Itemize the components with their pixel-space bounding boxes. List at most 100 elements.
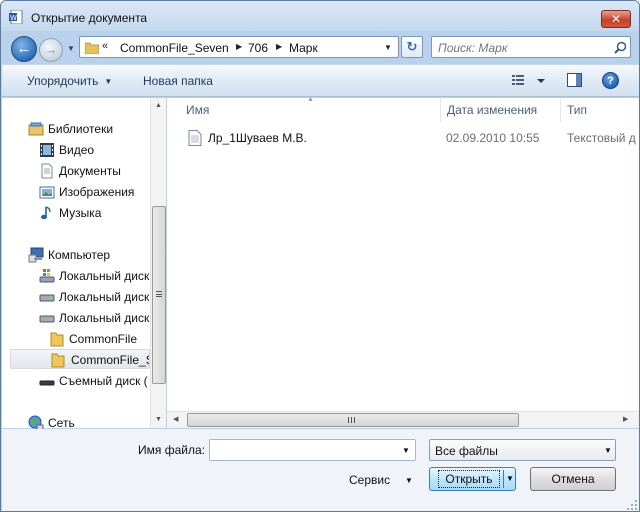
grip-icon	[156, 291, 162, 297]
nav-item-label: CommonFile	[69, 332, 138, 346]
scrollbar-thumb[interactable]	[187, 413, 519, 427]
nav-vertical-scrollbar[interactable]: ▲ ▼	[150, 98, 166, 428]
recent-pages-dropdown[interactable]: ▼	[67, 44, 75, 53]
breadcrumb-arrow-icon[interactable]: ▶	[276, 42, 282, 51]
nav-item-local-disk-3[interactable]: Локальный диск	[39, 308, 149, 328]
chevron-down-icon: ▼	[604, 446, 612, 455]
dialog-footer: Имя файла: ▼ Все файлы ▼ Сервис ▼ Открыт…	[2, 429, 639, 511]
search-input[interactable]	[438, 40, 608, 56]
file-type: Текстовый д	[567, 131, 636, 145]
forward-button[interactable]: →	[39, 38, 63, 62]
organize-label: Упорядочить	[27, 74, 99, 88]
file-row[interactable]: Лр_1Шуваев М.В. 02.09.2010 10:55 Текстов…	[183, 128, 639, 148]
filename-input[interactable]	[213, 443, 393, 458]
file-date: 02.09.2010 10:55	[446, 131, 540, 145]
filename-label: Имя файла:	[138, 443, 205, 457]
nav-item-removable-disk[interactable]: Съемный диск (	[39, 371, 149, 391]
folder-icon	[85, 42, 99, 54]
scroll-left-icon[interactable]: ◀	[173, 415, 178, 423]
drive-icon	[39, 315, 55, 323]
column-header-name[interactable]: Имя	[186, 103, 209, 117]
preview-pane-button[interactable]	[567, 73, 582, 87]
nav-item-libraries[interactable]: Библиотеки	[28, 119, 148, 139]
tools-menu-button[interactable]: Сервис ▼	[349, 473, 413, 487]
open-button[interactable]: Открыть ▼	[429, 467, 516, 491]
navigation-pane[interactable]: Библиотеки Видео Документы Изображения М…	[2, 98, 166, 431]
refresh-button[interactable]: ↻	[401, 36, 423, 58]
back-button[interactable]: ←	[11, 36, 37, 62]
nav-item-label: Библиотеки	[48, 122, 114, 136]
title-bar[interactable]: W Открытие документа ✕	[1, 1, 639, 31]
list-view-icon	[512, 75, 524, 85]
file-name: Лр_1Шуваев М.В.	[208, 131, 307, 145]
resize-grip-icon[interactable]	[626, 499, 638, 511]
file-list-pane[interactable]: ▲ Имя Дата изменения Тип Лр_1Шуваев М.В.…	[167, 96, 639, 428]
nav-item-music[interactable]: Музыка	[39, 203, 149, 223]
back-arrow-icon: ←	[16, 40, 32, 57]
removable-drive-icon	[39, 380, 55, 386]
nav-item-commonfile-seven[interactable]: CommonFile_S	[10, 349, 150, 369]
column-header-type[interactable]: Тип	[567, 103, 587, 117]
nav-item-label: Локальный диск	[59, 269, 149, 283]
word-app-icon: W	[9, 10, 23, 24]
breadcrumb-706[interactable]: 706	[248, 41, 268, 55]
scroll-up-icon[interactable]: ▲	[155, 102, 162, 109]
breadcrumb-commonfile-seven[interactable]: CommonFile_Seven	[120, 41, 229, 55]
split-divider	[503, 470, 504, 488]
open-button-label[interactable]: Открыть	[438, 470, 500, 488]
open-document-dialog: W Открытие документа ✕ ← → ▼ « CommonFil…	[0, 0, 640, 512]
nav-item-label: Видео	[59, 143, 95, 157]
forward-arrow-icon: →	[44, 42, 58, 57]
nav-item-commonfile[interactable]: CommonFile	[49, 329, 149, 349]
breadcrumb-arrow-icon[interactable]: ▶	[236, 42, 242, 51]
scroll-right-icon[interactable]: ▶	[623, 415, 628, 423]
nav-item-label: Сеть	[48, 416, 75, 430]
nav-item-label: Компьютер	[48, 248, 111, 262]
nav-item-video[interactable]: Видео	[39, 140, 149, 160]
search-icon	[614, 41, 627, 54]
drive-icon	[39, 294, 55, 302]
help-button[interactable]: ?	[602, 72, 619, 89]
libraries-icon	[28, 122, 44, 136]
close-button[interactable]: ✕	[601, 10, 631, 28]
window-title: Открытие документа	[31, 11, 148, 25]
nav-item-label: CommonFile_S	[71, 353, 150, 367]
column-header-date[interactable]: Дата изменения	[447, 103, 537, 117]
nav-item-local-disk-2[interactable]: Локальный диск	[39, 287, 149, 307]
nav-item-label: Локальный диск	[59, 311, 149, 325]
chevron-down-icon[interactable]: ▼	[402, 446, 410, 455]
filename-combobox[interactable]: ▼	[209, 439, 416, 461]
scroll-down-icon[interactable]: ▼	[155, 416, 162, 423]
system-drive-icon	[39, 269, 55, 283]
nav-item-label: Документы	[59, 164, 121, 178]
nav-item-computer[interactable]: Компьютер	[28, 245, 148, 265]
tools-label: Сервис	[349, 473, 391, 487]
scrollbar-thumb[interactable]	[152, 206, 166, 384]
nav-item-pictures[interactable]: Изображения	[39, 182, 149, 202]
search-box[interactable]	[431, 36, 631, 58]
text-document-icon	[188, 130, 202, 146]
file-horizontal-scrollbar[interactable]: ◀ ▶	[167, 411, 639, 428]
nav-item-local-disk-system[interactable]: Локальный диск	[39, 266, 149, 286]
change-view-button[interactable]	[512, 73, 548, 89]
address-overflow-chevron[interactable]: «	[102, 40, 108, 52]
column-divider[interactable]	[440, 98, 441, 122]
folder-icon	[50, 332, 64, 347]
address-bar[interactable]: « CommonFile_Seven ▶ 706 ▶ Марк ▼	[79, 36, 399, 58]
sort-ascending-icon: ▲	[307, 96, 314, 103]
command-bar: Упорядочить ▼ Новая папка ?	[2, 64, 639, 97]
nav-item-label: Съемный диск (	[59, 374, 148, 388]
nav-item-documents[interactable]: Документы	[39, 161, 149, 181]
nav-item-label: Музыка	[59, 206, 102, 220]
open-options-dropdown-icon[interactable]: ▼	[506, 474, 514, 483]
cancel-button[interactable]: Отмена	[530, 467, 616, 491]
nav-item-label: Изображения	[59, 185, 135, 199]
address-dropdown-icon[interactable]: ▼	[384, 43, 392, 52]
computer-icon	[28, 247, 44, 263]
new-folder-button[interactable]: Новая папка	[143, 74, 213, 88]
breadcrumb-mark[interactable]: Марк	[289, 41, 318, 55]
pictures-icon	[39, 186, 55, 199]
file-type-filter[interactable]: Все файлы ▼	[429, 439, 616, 461]
organize-menu[interactable]: Упорядочить ▼	[27, 74, 112, 88]
column-divider[interactable]	[560, 98, 561, 122]
